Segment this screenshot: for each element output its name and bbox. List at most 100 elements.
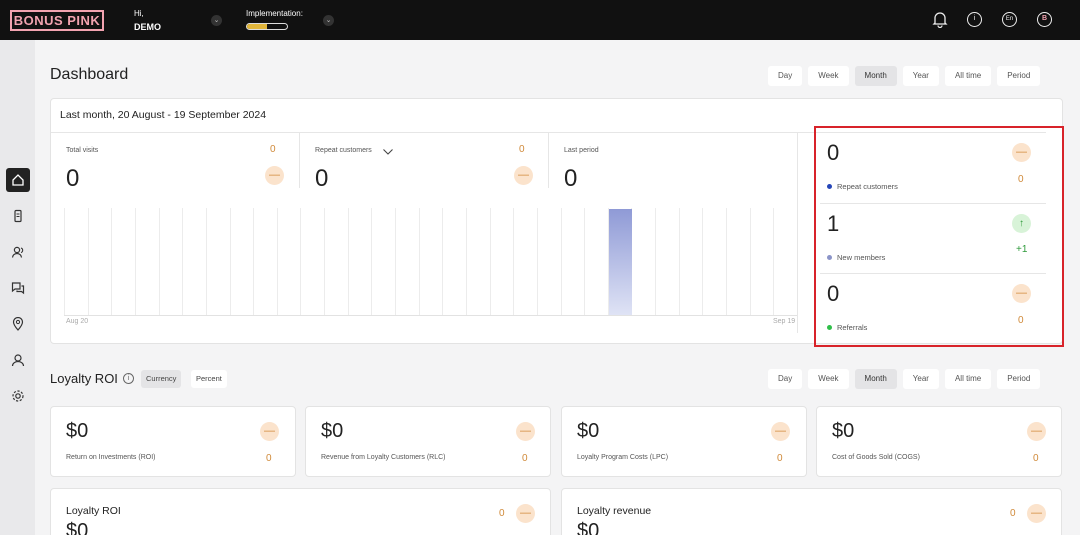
users-icon (11, 246, 25, 262)
implementation-label: Implementation: (246, 9, 303, 18)
neutral-trend-icon: — (1027, 504, 1046, 523)
stat-value: 0 (827, 140, 840, 165)
card-delta: 0 (1010, 508, 1016, 519)
top-bar: BONUS PINK Hi, DEMO ⌄ Implementation: ⌄ … (0, 0, 1080, 40)
divider (820, 203, 1046, 204)
metric-label-last-period: Last period (564, 147, 599, 154)
period-year[interactable]: Year (902, 369, 939, 389)
period-month[interactable]: Month (854, 66, 897, 86)
sidebar-item-users[interactable] (6, 240, 30, 264)
chart-bar (609, 209, 632, 315)
roi-value: $0 (832, 420, 855, 442)
period-day[interactable]: Day (768, 66, 803, 86)
card-title: Loyalty ROI (66, 505, 121, 517)
implementation-progress-bar (246, 23, 288, 30)
implementation-progress-fill (247, 24, 267, 29)
roi-label: Return on Investments (ROI) (66, 454, 156, 461)
divider (797, 133, 798, 333)
info-icon[interactable]: i (967, 12, 982, 27)
stat-delta: +1 (1016, 244, 1028, 255)
neutral-trend-icon: — (265, 166, 284, 185)
toggle-currency[interactable]: Currency (141, 370, 182, 388)
legend-dot (827, 325, 832, 330)
period-custom[interactable]: Period (997, 369, 1041, 389)
neutral-trend-icon: — (1027, 422, 1046, 441)
neutral-trend-icon: — (516, 504, 535, 523)
greeting: Hi, DEMO (134, 9, 161, 32)
sidebar-item-user[interactable] (6, 348, 30, 372)
roi-value: $0 (321, 420, 344, 442)
neutral-trend-icon: — (771, 422, 790, 441)
implementation-dropdown-chevron-icon[interactable]: ⌄ (323, 15, 334, 26)
device-icon (11, 209, 25, 226)
section-title-loyalty-roi: Loyalty ROI (50, 371, 118, 386)
sidebar-item-location[interactable] (6, 312, 30, 336)
neutral-trend-icon: — (514, 166, 533, 185)
neutral-trend-icon: — (516, 422, 535, 441)
sidebar-item-home[interactable] (6, 168, 30, 192)
metric-value: 0 (315, 165, 329, 192)
period-custom[interactable]: Period (997, 66, 1041, 86)
stat-delta: 0 (1018, 315, 1024, 326)
period-week[interactable]: Week (808, 369, 849, 389)
sidebar-item-device[interactable] (6, 204, 30, 228)
roi-label: Loyalty Program Costs (LPC) (577, 454, 669, 461)
period-week[interactable]: Week (808, 66, 849, 86)
stat-label: Referrals (837, 323, 868, 332)
loyalty-roi-card (50, 488, 551, 535)
home-icon (11, 174, 25, 190)
card-value: $0 (66, 520, 89, 535)
metric-value: 0 (564, 165, 578, 192)
roi-value: $0 (577, 420, 600, 442)
stat-value: 1 (827, 211, 840, 236)
chevron-down-icon[interactable] (382, 144, 394, 155)
bell-icon[interactable] (932, 11, 948, 29)
period-day[interactable]: Day (768, 369, 803, 389)
chat-icon (11, 282, 25, 298)
roi-value: $0 (66, 420, 89, 442)
sidebar (0, 40, 35, 535)
chart-start-label: Aug 20 (66, 318, 89, 325)
date-range: Last month, 20 August - 19 September 202… (60, 109, 267, 121)
card-value: $0 (577, 520, 600, 535)
period-all-time[interactable]: All time (944, 66, 992, 86)
toggle-percent[interactable]: Percent (191, 370, 227, 388)
avatar[interactable]: B (1037, 12, 1052, 27)
neutral-trend-icon: — (1012, 143, 1031, 162)
metric-value: 0 (66, 165, 80, 192)
roi-delta: 0 (522, 453, 528, 464)
legend-dot (827, 184, 832, 189)
roi-delta: 0 (1033, 453, 1039, 464)
arrow-up-icon: ↑ (1012, 214, 1031, 233)
roi-period-tabs: Day Week Month Year All time Period (768, 369, 1041, 389)
info-icon[interactable]: i (123, 373, 134, 384)
roi-delta: 0 (266, 453, 272, 464)
location-icon (11, 316, 25, 334)
period-year[interactable]: Year (902, 66, 939, 86)
period-month[interactable]: Month (854, 369, 897, 389)
stat-delta: 0 (1018, 174, 1024, 185)
metric-label-repeat-customers: Repeat customers (315, 147, 372, 154)
metric-delta: 0 (519, 144, 525, 155)
period-all-time[interactable]: All time (944, 369, 992, 389)
user-icon (11, 354, 25, 370)
user-dropdown-chevron-icon[interactable]: ⌄ (211, 15, 222, 26)
card-title: Loyalty revenue (577, 505, 652, 517)
roi-label: Cost of Goods Sold (COGS) (832, 454, 920, 461)
divider (548, 133, 549, 188)
neutral-trend-icon: — (260, 422, 279, 441)
divider (299, 133, 300, 188)
divider (820, 273, 1046, 274)
stat-label: Repeat customers (837, 182, 898, 191)
language-switcher[interactable]: En (1002, 12, 1017, 27)
visits-chart (64, 208, 797, 316)
user-name: DEMO (134, 22, 161, 32)
sidebar-item-settings[interactable] (6, 384, 30, 408)
logo: BONUS PINK (10, 10, 104, 31)
page-title: Dashboard (50, 66, 129, 83)
sidebar-item-chat[interactable] (6, 276, 30, 300)
roi-delta: 0 (777, 453, 783, 464)
neutral-trend-icon: — (1012, 284, 1031, 303)
greeting-text: Hi, (134, 9, 144, 18)
metric-label-total-visits: Total visits (66, 147, 99, 154)
